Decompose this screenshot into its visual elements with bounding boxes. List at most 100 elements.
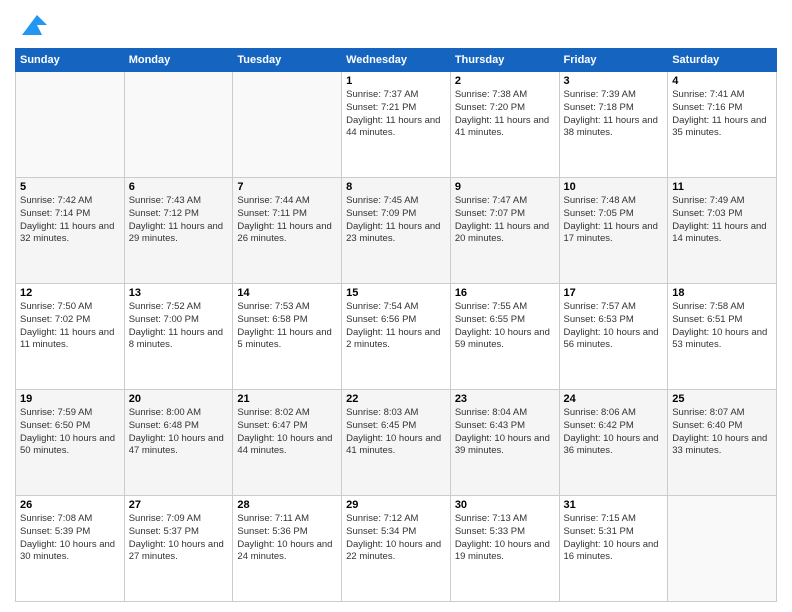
day-info: Sunrise: 7:12 AM Sunset: 5:34 PM Dayligh…: [346, 513, 446, 564]
calendar-cell-8: 8Sunrise: 7:45 AM Sunset: 7:09 PM Daylig…: [342, 178, 451, 284]
day-number: 16: [455, 287, 555, 299]
column-header-wednesday: Wednesday: [342, 49, 451, 72]
day-number: 9: [455, 181, 555, 193]
calendar-cell-3: 3 Sunrise: 7:39 AM Sunset: 7:18 PM Daylig…: [559, 72, 668, 178]
calendar-cell-19: 19Sunrise: 7:59 AM Sunset: 6:50 PM Dayli…: [16, 390, 125, 496]
calendar-cell-12: 12 Sunrise: 7:50 AM Sunset: 7:02 PM Dayli…: [16, 284, 125, 390]
day-number: 6: [129, 181, 229, 193]
logo-icon: [17, 10, 47, 40]
calendar-cell-30: 30 Sunrise: 7:13 AM Sunset: 5:33 PM Dayli…: [450, 496, 559, 602]
day-info: Sunrise: 7:50 AM Sunset: 7:02 PM Dayligh…: [20, 301, 120, 352]
day-number: 11: [672, 181, 772, 193]
day-number: 4: [672, 75, 772, 87]
calendar-cell-22: 22 Sunrise: 8:03 AM Sunset: 6:45 PM Dayli…: [342, 390, 451, 496]
calendar-cell-18: 18 Sunrise: 7:58 AM Sunset: 6:51 PM Dayli…: [668, 284, 777, 390]
calendar-cell-27: 27Sunrise: 7:09 AM Sunset: 5:37 PM Dayli…: [124, 496, 233, 602]
day-number: 12: [20, 287, 120, 299]
calendar-cell-23: 23 Sunrise: 8:04 AM Sunset: 6:43 PM Dayli…: [450, 390, 559, 496]
day-number: 1: [346, 75, 446, 87]
calendar-cell-9: 9 Sunrise: 7:47 AM Sunset: 7:07 PM Daylig…: [450, 178, 559, 284]
column-header-monday: Monday: [124, 49, 233, 72]
calendar-week-3: 19Sunrise: 7:59 AM Sunset: 6:50 PM Dayli…: [16, 390, 777, 496]
calendar-header-row: SundayMondayTuesdayWednesdayThursdayFrid…: [16, 49, 777, 72]
day-number: 31: [564, 499, 664, 511]
day-number: 18: [672, 287, 772, 299]
column-header-friday: Friday: [559, 49, 668, 72]
calendar-cell-empty: [16, 72, 125, 178]
day-number: 15: [346, 287, 446, 299]
column-header-thursday: Thursday: [450, 49, 559, 72]
day-number: 26: [20, 499, 120, 511]
calendar-cell-1: 1 Sunrise: 7:37 AM Sunset: 7:21 PM Daylig…: [342, 72, 451, 178]
logo: [15, 10, 47, 40]
day-info: Sunrise: 7:41 AM Sunset: 7:16 PM Dayligh…: [672, 89, 772, 140]
calendar-table: SundayMondayTuesdayWednesdayThursdayFrid…: [15, 48, 777, 602]
day-info: Sunrise: 7:37 AM Sunset: 7:21 PM Dayligh…: [346, 89, 446, 140]
calendar-cell-13: 13Sunrise: 7:52 AM Sunset: 7:00 PM Dayli…: [124, 284, 233, 390]
day-info: Sunrise: 8:03 AM Sunset: 6:45 PM Dayligh…: [346, 407, 446, 458]
day-info: Sunrise: 7:45 AM Sunset: 7:09 PM Dayligh…: [346, 195, 446, 246]
calendar-cell-2: 2Sunrise: 7:38 AM Sunset: 7:20 PM Daylig…: [450, 72, 559, 178]
day-number: 21: [237, 393, 337, 405]
day-number: 19: [20, 393, 120, 405]
day-number: 28: [237, 499, 337, 511]
calendar-cell-5: 5 Sunrise: 7:42 AM Sunset: 7:14 PM Daylig…: [16, 178, 125, 284]
day-info: Sunrise: 7:44 AM Sunset: 7:11 PM Dayligh…: [237, 195, 337, 246]
calendar-cell-11: 11 Sunrise: 7:49 AM Sunset: 7:03 PM Dayli…: [668, 178, 777, 284]
day-info: Sunrise: 7:38 AM Sunset: 7:20 PM Dayligh…: [455, 89, 555, 140]
calendar-cell-21: 21 Sunrise: 8:02 AM Sunset: 6:47 PM Dayli…: [233, 390, 342, 496]
day-number: 17: [564, 287, 664, 299]
calendar-cell-15: 15 Sunrise: 7:54 AM Sunset: 6:56 PM Dayli…: [342, 284, 451, 390]
calendar-cell-16: 16 Sunrise: 7:55 AM Sunset: 6:55 PM Dayli…: [450, 284, 559, 390]
day-number: 23: [455, 393, 555, 405]
day-number: 30: [455, 499, 555, 511]
calendar-cell-29: 29Sunrise: 7:12 AM Sunset: 5:34 PM Dayli…: [342, 496, 451, 602]
day-info: Sunrise: 8:04 AM Sunset: 6:43 PM Dayligh…: [455, 407, 555, 458]
calendar-week-0: 1 Sunrise: 7:37 AM Sunset: 7:21 PM Daylig…: [16, 72, 777, 178]
calendar-cell-empty: [668, 496, 777, 602]
day-info: Sunrise: 7:55 AM Sunset: 6:55 PM Dayligh…: [455, 301, 555, 352]
day-number: 24: [564, 393, 664, 405]
day-number: 5: [20, 181, 120, 193]
calendar-cell-7: 7 Sunrise: 7:44 AM Sunset: 7:11 PM Daylig…: [233, 178, 342, 284]
day-info: Sunrise: 7:52 AM Sunset: 7:00 PM Dayligh…: [129, 301, 229, 352]
day-number: 27: [129, 499, 229, 511]
day-info: Sunrise: 8:02 AM Sunset: 6:47 PM Dayligh…: [237, 407, 337, 458]
day-info: Sunrise: 7:58 AM Sunset: 6:51 PM Dayligh…: [672, 301, 772, 352]
calendar-cell-20: 20Sunrise: 8:00 AM Sunset: 6:48 PM Dayli…: [124, 390, 233, 496]
calendar-cell-10: 10 Sunrise: 7:48 AM Sunset: 7:05 PM Dayli…: [559, 178, 668, 284]
calendar-cell-24: 24 Sunrise: 8:06 AM Sunset: 6:42 PM Dayli…: [559, 390, 668, 496]
calendar-cell-26: 26 Sunrise: 7:08 AM Sunset: 5:39 PM Dayli…: [16, 496, 125, 602]
day-number: 3: [564, 75, 664, 87]
header: [15, 10, 777, 40]
day-info: Sunrise: 8:06 AM Sunset: 6:42 PM Dayligh…: [564, 407, 664, 458]
day-info: Sunrise: 7:39 AM Sunset: 7:18 PM Dayligh…: [564, 89, 664, 140]
day-info: Sunrise: 7:47 AM Sunset: 7:07 PM Dayligh…: [455, 195, 555, 246]
day-info: Sunrise: 8:07 AM Sunset: 6:40 PM Dayligh…: [672, 407, 772, 458]
calendar-week-1: 5 Sunrise: 7:42 AM Sunset: 7:14 PM Daylig…: [16, 178, 777, 284]
column-header-sunday: Sunday: [16, 49, 125, 72]
calendar-week-4: 26 Sunrise: 7:08 AM Sunset: 5:39 PM Dayli…: [16, 496, 777, 602]
day-number: 10: [564, 181, 664, 193]
day-number: 20: [129, 393, 229, 405]
calendar-cell-25: 25 Sunrise: 8:07 AM Sunset: 6:40 PM Dayli…: [668, 390, 777, 496]
page: SundayMondayTuesdayWednesdayThursdayFrid…: [0, 0, 792, 612]
day-info: Sunrise: 7:08 AM Sunset: 5:39 PM Dayligh…: [20, 513, 120, 564]
calendar-cell-empty: [233, 72, 342, 178]
calendar-cell-14: 14Sunrise: 7:53 AM Sunset: 6:58 PM Dayli…: [233, 284, 342, 390]
day-info: Sunrise: 7:49 AM Sunset: 7:03 PM Dayligh…: [672, 195, 772, 246]
day-info: Sunrise: 7:42 AM Sunset: 7:14 PM Dayligh…: [20, 195, 120, 246]
day-info: Sunrise: 7:54 AM Sunset: 6:56 PM Dayligh…: [346, 301, 446, 352]
day-number: 25: [672, 393, 772, 405]
calendar-cell-17: 17 Sunrise: 7:57 AM Sunset: 6:53 PM Dayli…: [559, 284, 668, 390]
day-number: 7: [237, 181, 337, 193]
day-info: Sunrise: 7:11 AM Sunset: 5:36 PM Dayligh…: [237, 513, 337, 564]
day-info: Sunrise: 7:13 AM Sunset: 5:33 PM Dayligh…: [455, 513, 555, 564]
day-info: Sunrise: 7:48 AM Sunset: 7:05 PM Dayligh…: [564, 195, 664, 246]
calendar-cell-28: 28 Sunrise: 7:11 AM Sunset: 5:36 PM Dayli…: [233, 496, 342, 602]
day-number: 22: [346, 393, 446, 405]
day-info: Sunrise: 7:57 AM Sunset: 6:53 PM Dayligh…: [564, 301, 664, 352]
day-info: Sunrise: 7:43 AM Sunset: 7:12 PM Dayligh…: [129, 195, 229, 246]
day-number: 14: [237, 287, 337, 299]
column-header-saturday: Saturday: [668, 49, 777, 72]
